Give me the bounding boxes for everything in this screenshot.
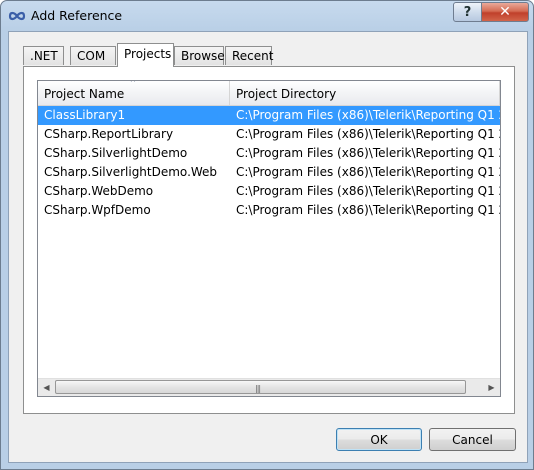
project-name-cell: CSharp.SilverlightDemo xyxy=(44,146,188,160)
project-directory-cell: C:\Program Files (x86)\Telerik\Reporting… xyxy=(236,203,500,217)
tab-com[interactable]: COM xyxy=(70,46,116,65)
list-header: Project Name ^ Project Directory xyxy=(38,81,500,106)
list-row[interactable]: CSharp.WebDemo C:\Program Files (x86)\Te… xyxy=(38,182,500,201)
title-bar[interactable]: Add Reference ? ✕ xyxy=(1,1,533,31)
tab-net[interactable]: .NET xyxy=(23,46,64,65)
grip-icon: ||| xyxy=(255,384,261,393)
list-row[interactable]: CSharp.ReportLibrary C:\Program Files (x… xyxy=(38,125,500,144)
visual-studio-icon xyxy=(8,11,26,21)
list-row[interactable]: ClassLibrary1 C:\Program Files (x86)\Tel… xyxy=(38,106,500,125)
list-row[interactable]: CSharp.WpfDemo C:\Program Files (x86)\Te… xyxy=(38,201,500,220)
ok-button[interactable]: OK xyxy=(336,428,422,451)
tab-projects[interactable]: Projects xyxy=(117,43,174,67)
list-row[interactable]: CSharp.SilverlightDemo C:\Program Files … xyxy=(38,144,500,163)
projects-list[interactable]: Project Name ^ Project Directory ClassLi… xyxy=(37,80,501,397)
window-title: Add Reference xyxy=(31,8,123,23)
scroll-left-icon[interactable]: ◀ xyxy=(38,379,55,396)
project-directory-cell: C:\Program Files (x86)\Telerik\Reporting… xyxy=(236,127,500,141)
sort-ascending-icon: ^ xyxy=(130,80,136,87)
project-directory-cell: C:\Program Files (x86)\Telerik\Reporting… xyxy=(236,184,500,198)
project-name-cell: CSharp.WpfDemo xyxy=(44,203,151,217)
help-button[interactable]: ? xyxy=(453,2,482,22)
project-name-cell: ClassLibrary1 xyxy=(44,108,126,122)
project-name-cell: CSharp.SilverlightDemo.Web xyxy=(44,165,218,179)
close-button[interactable]: ✕ xyxy=(481,2,529,22)
project-name-cell: CSharp.WebDemo xyxy=(44,184,154,198)
project-name-cell: CSharp.ReportLibrary xyxy=(44,127,174,141)
scrollbar-thumb[interactable]: ||| xyxy=(55,380,466,394)
scroll-right-icon[interactable]: ▶ xyxy=(483,379,500,396)
project-directory-cell: C:\Program Files (x86)\Telerik\Reporting… xyxy=(236,146,500,160)
list-row[interactable]: CSharp.SilverlightDemo.Web C:\Program Fi… xyxy=(38,163,500,182)
column-header-project-directory[interactable]: Project Directory xyxy=(230,81,500,105)
horizontal-scrollbar[interactable]: ◀ ||| ▶ xyxy=(38,378,500,396)
tab-browse[interactable]: Browse xyxy=(174,46,225,65)
close-icon: ✕ xyxy=(499,4,511,20)
column-label-project-name: Project Name xyxy=(44,87,125,101)
column-header-project-name[interactable]: Project Name ^ xyxy=(38,81,230,105)
add-reference-dialog: Add Reference ? ✕ .NET COM Projects Brow… xyxy=(0,0,534,470)
help-icon: ? xyxy=(463,4,472,20)
project-directory-cell: C:\Program Files (x86)\Telerik\Reporting… xyxy=(236,165,500,179)
cancel-button[interactable]: Cancel xyxy=(429,428,516,451)
dialog-client-area: .NET COM Projects Browse Recent Project … xyxy=(8,31,528,463)
project-directory-cell: C:\Program Files (x86)\Telerik\Reporting… xyxy=(236,108,500,122)
projects-tab-panel: Project Name ^ Project Directory ClassLi… xyxy=(23,66,515,414)
tab-recent[interactable]: Recent xyxy=(225,46,273,65)
column-label-project-directory: Project Directory xyxy=(236,87,337,101)
